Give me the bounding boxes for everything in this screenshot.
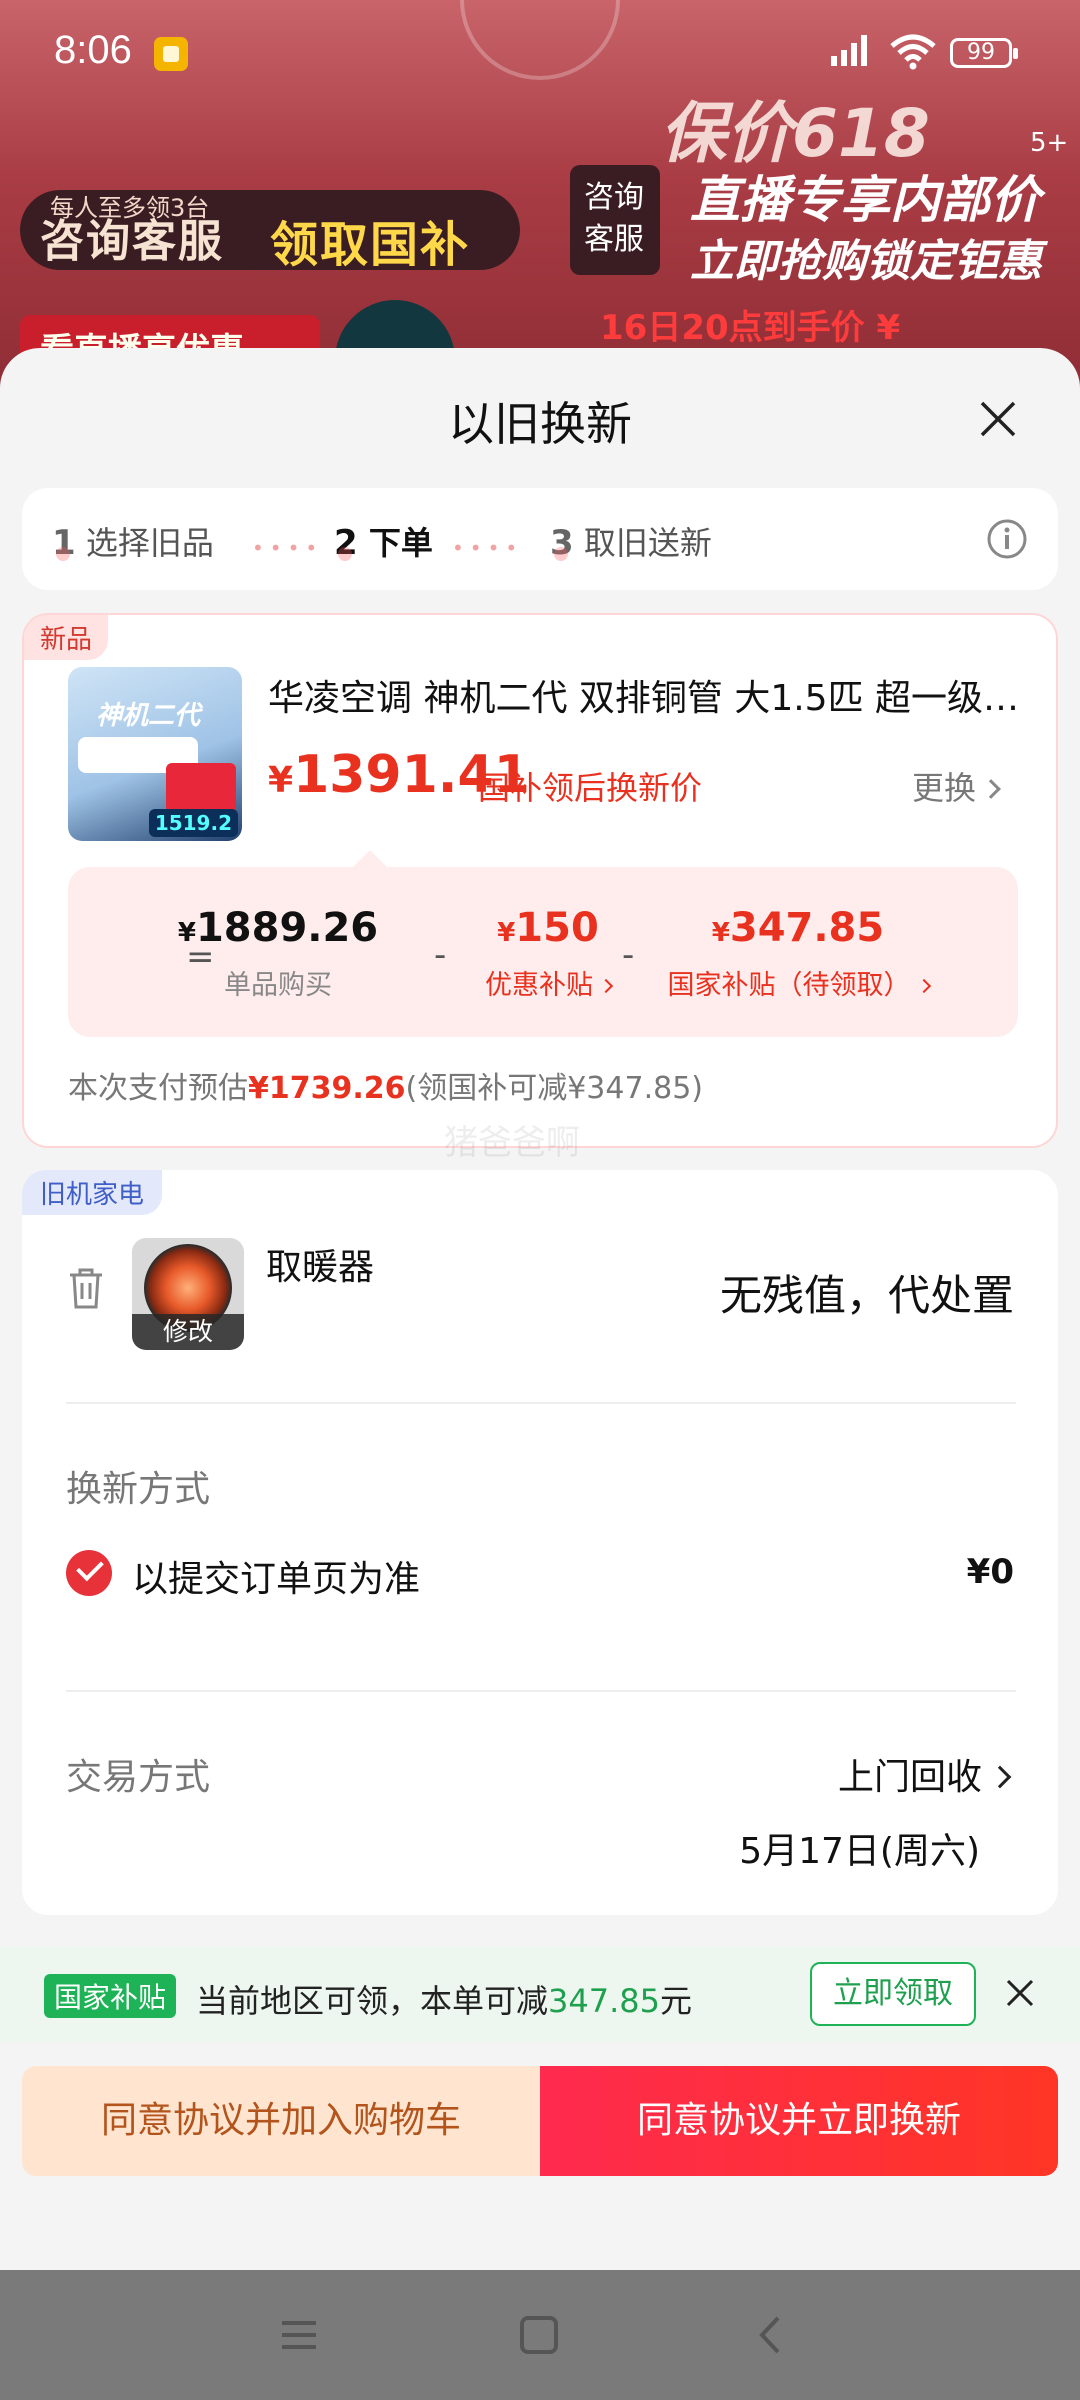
pay-suffix: (领国补可减¥347.85) bbox=[405, 1071, 703, 1106]
subsidy-label: 国家补贴（待领取） bbox=[667, 970, 911, 1001]
step-number: 1 bbox=[52, 523, 76, 563]
step-label: 下单 bbox=[368, 524, 433, 562]
method-label: 换新方式 bbox=[66, 1469, 211, 1510]
home-icon[interactable] bbox=[514, 2310, 564, 2360]
product-title[interactable]: 华凌空调 神机二代 双排铜管 大1.5匹 超一级能效 bbox=[268, 669, 1028, 721]
back-icon[interactable] bbox=[746, 2310, 796, 2360]
discount-value: ¥150 bbox=[448, 905, 648, 951]
trade-in-sheet: 以旧换新 1 选择旧品 •••• 2 下单 •••• 3 取旧送新 新品 神机二… bbox=[0, 348, 1080, 2270]
add-to-cart-button[interactable]: 同意协议并加入购物车 bbox=[22, 2066, 540, 2176]
banner-text: 立即抢购锁定钜惠 bbox=[690, 236, 1042, 287]
new-tag: 新品 bbox=[24, 615, 109, 660]
old-product-image[interactable]: 修改 bbox=[132, 1238, 244, 1350]
divider bbox=[66, 1690, 1016, 1692]
info-icon[interactable] bbox=[986, 518, 1028, 560]
step-label: 取旧送新 bbox=[583, 524, 712, 562]
image-text: 神机二代 bbox=[96, 701, 201, 731]
banner-badge: 5+ bbox=[1030, 128, 1069, 158]
base-price: ¥1889.26 bbox=[168, 905, 388, 951]
signal-icon bbox=[831, 35, 867, 66]
sheet-title: 以旧换新 bbox=[448, 397, 632, 451]
subsidy-banner: 国家补贴 当前地区可领，本单可减347.85元 立即领取 bbox=[0, 1946, 1080, 2042]
subsidy-link[interactable]: 国家补贴（待领取） bbox=[648, 963, 948, 1002]
trade-label: 交易方式 bbox=[66, 1757, 211, 1798]
step-1: 1 选择旧品 bbox=[52, 518, 214, 564]
subsidy-value: ¥347.85 bbox=[658, 905, 938, 951]
old-product-card: 旧机家电 修改 取暖器 无残值，代处置 换新方式 以提交订单页为准 ¥0 交易方… bbox=[22, 1170, 1058, 1915]
system-nav-bar bbox=[0, 2270, 1080, 2400]
discount-label: 优惠补贴 bbox=[485, 970, 593, 1001]
change-button[interactable]: 更换 bbox=[912, 763, 1001, 809]
checkmark-icon[interactable] bbox=[66, 1550, 112, 1596]
pay-prefix: 本次支付预估 bbox=[68, 1071, 248, 1106]
currency-symbol: ¥ bbox=[497, 918, 516, 948]
old-product-name: 取暖器 bbox=[266, 1247, 375, 1288]
watermark: 猪爸爸啊 bbox=[444, 1123, 580, 1163]
chevron-right-icon bbox=[598, 978, 614, 994]
close-icon[interactable] bbox=[972, 393, 1024, 445]
step-2: 2 下单 bbox=[334, 518, 433, 564]
image-price: 1519.2 bbox=[148, 809, 238, 837]
currency-symbol: ¥ bbox=[177, 918, 196, 948]
step-label: 选择旧品 bbox=[85, 524, 214, 562]
method-price: ¥0 bbox=[966, 1552, 1014, 1592]
banner-consult: 咨询客服 bbox=[570, 165, 660, 275]
step-progress: 1 选择旧品 •••• 2 下单 •••• 3 取旧送新 bbox=[22, 488, 1058, 590]
trash-icon[interactable] bbox=[66, 1265, 106, 1311]
step-dots: •••• bbox=[452, 536, 524, 560]
base-label: 单品购买 bbox=[224, 970, 332, 1001]
step-number: 2 bbox=[334, 523, 358, 563]
step-3: 3 取旧送新 bbox=[550, 518, 712, 564]
battery-indicator: 99 bbox=[950, 38, 1018, 68]
payment-estimate: 本次支付预估¥1739.26(领国补可减¥347.85) bbox=[68, 1063, 703, 1107]
image-promo bbox=[166, 763, 236, 813]
step-number: 3 bbox=[550, 523, 574, 563]
trade-in-now-button[interactable]: 同意协议并立即换新 bbox=[540, 2066, 1058, 2176]
menu-icon[interactable] bbox=[274, 2310, 324, 2360]
chevron-right-icon bbox=[981, 779, 1001, 799]
minus-sign: - bbox=[622, 935, 635, 975]
price-breakdown: = ¥1889.26 单品购买 - ¥150 优惠补贴 - ¥347.85 国家… bbox=[68, 867, 1018, 1037]
edit-button[interactable]: 修改 bbox=[132, 1314, 244, 1350]
old-product-value: 无残值，代处置 bbox=[719, 1271, 1014, 1320]
method-option[interactable]: 以提交订单页为准 bbox=[132, 1550, 420, 1602]
product-image[interactable]: 神机二代 1519.2 bbox=[68, 667, 242, 841]
claim-subsidy-button[interactable]: 立即领取 bbox=[810, 1962, 976, 2026]
trade-method-selector[interactable]: 上门回收 bbox=[837, 1748, 1012, 1800]
subsidy-amount: 347.85 bbox=[729, 905, 885, 951]
divider bbox=[66, 1402, 1016, 1404]
banner-text: 16日20点到手价 ¥ bbox=[600, 308, 901, 348]
subsidy-unit: 元 bbox=[659, 1982, 692, 2020]
pay-amount: ¥1739.26 bbox=[248, 1071, 406, 1106]
currency-symbol: ¥ bbox=[711, 918, 730, 948]
change-label: 更换 bbox=[912, 769, 977, 807]
chevron-right-icon bbox=[916, 978, 931, 994]
currency-symbol: ¥ bbox=[268, 760, 294, 801]
new-product-card: 新品 神机二代 1519.2 华凌空调 神机二代 双排铜管 大1.5匹 超一级能… bbox=[22, 613, 1058, 1163]
banner-text: 咨询客服 bbox=[40, 216, 224, 267]
banner-text: 领取国补 bbox=[270, 217, 471, 273]
subsidy-tag: 国家补贴 bbox=[44, 1974, 177, 2018]
chevron-right-icon bbox=[988, 1765, 1012, 1789]
step-dots: •••• bbox=[252, 536, 324, 560]
discount-link[interactable]: 优惠补贴 bbox=[448, 963, 648, 1002]
notification-icon bbox=[154, 37, 188, 71]
base-value: 1889.26 bbox=[195, 905, 379, 951]
banner-text: 直播专享内部价 bbox=[690, 171, 1040, 229]
subsidy-prefix: 当前地区可领，本单可减 bbox=[196, 1982, 549, 2020]
discount-amount: 150 bbox=[515, 905, 599, 951]
price-label: 国补领后换新价 bbox=[478, 769, 703, 807]
old-tag: 旧机家电 bbox=[22, 1170, 163, 1215]
wifi-icon bbox=[890, 34, 936, 70]
minus-sign: - bbox=[434, 935, 447, 975]
status-time: 8:06 bbox=[54, 28, 132, 72]
close-icon[interactable] bbox=[1003, 1976, 1037, 2010]
pickup-date[interactable]: 5月17日(周六) bbox=[739, 1822, 980, 1874]
subsidy-amount: 347.85 bbox=[548, 1982, 660, 2020]
trade-value: 上门回收 bbox=[837, 1757, 982, 1798]
status-bar: 8:06 99 bbox=[0, 0, 1080, 100]
subsidy-text: 当前地区可领，本单可减347.85元 bbox=[196, 1976, 692, 2022]
